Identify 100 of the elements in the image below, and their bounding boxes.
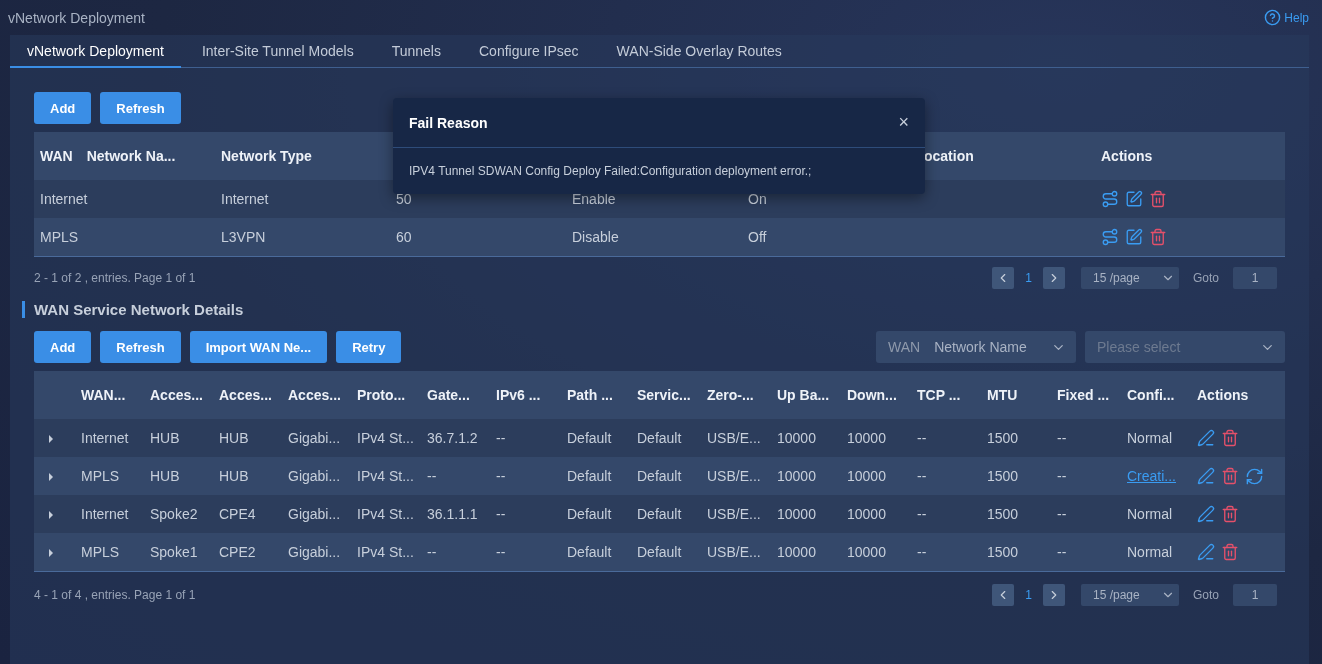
tab[interactable]: WAN-Side Overlay Routes (599, 35, 799, 68)
edit-icon[interactable] (1197, 543, 1215, 561)
tab[interactable]: Inter-Site Tunnel Models (184, 35, 371, 68)
column-header: Acces... (219, 387, 272, 403)
table-cell: -- (496, 468, 506, 484)
delete-icon[interactable] (1221, 543, 1239, 561)
edit-icon[interactable] (1197, 505, 1215, 523)
import-button[interactable]: Import WAN Ne... (189, 331, 328, 363)
table-cell: -- (1057, 506, 1067, 522)
table-cell: Gigabi... (288, 468, 341, 484)
next-page-button[interactable] (1043, 267, 1065, 289)
table-cell: 36.7.1.2 (427, 430, 478, 446)
status-link[interactable]: Creati... (1127, 468, 1176, 484)
table-cell: USB/E... (707, 506, 761, 522)
delete-icon[interactable] (1221, 429, 1239, 447)
table-cell: -- (427, 468, 437, 484)
table-cell: CPE4 (219, 506, 256, 522)
table-cell: -- (496, 430, 506, 446)
column-header: TCP ... (917, 387, 961, 403)
column-header: Acces... (150, 387, 203, 403)
table-cell: USB/E... (707, 544, 761, 560)
close-button[interactable]: × (898, 112, 909, 133)
table-cell: Off (748, 229, 767, 245)
table-cell: Default (637, 468, 682, 484)
expand-icon[interactable] (48, 511, 54, 519)
column-header: IPv6 ... (496, 387, 541, 403)
table-cell: Internet (81, 430, 129, 446)
dialog-title: Fail Reason (409, 114, 488, 131)
goto-field[interactable]: 1 (1233, 584, 1277, 606)
table-cell: USB/E... (707, 468, 761, 484)
tab[interactable]: Configure IPsec (462, 35, 596, 68)
table-cell: USB/E... (707, 430, 761, 446)
column-header: Proto... (357, 387, 406, 403)
table-cell: -- (917, 430, 927, 446)
page-size-select[interactable]: 15 /page (1081, 267, 1179, 289)
edit-icon[interactable] (1197, 429, 1215, 447)
page-size-select[interactable]: 15 /page (1081, 584, 1179, 606)
page-number[interactable]: 1 (1022, 271, 1035, 285)
filter-label: WAN (888, 339, 921, 355)
table-cell: -- (1057, 544, 1067, 560)
expand-icon[interactable] (48, 473, 54, 481)
add-button[interactable]: Add (34, 331, 92, 363)
table-cell: 10000 (847, 506, 886, 522)
tab[interactable]: Tunnels (374, 35, 458, 68)
previous-page-button[interactable] (992, 584, 1015, 606)
table-cell: HUB (150, 468, 180, 484)
edit-icon[interactable] (1197, 467, 1215, 485)
refresh-button[interactable]: Refresh (100, 331, 181, 363)
table-cell: Default (567, 506, 612, 522)
help-link[interactable]: Help (1264, 9, 1309, 26)
table-cell: Enable (572, 191, 616, 207)
column-header: Up Ba... (777, 387, 830, 403)
refresh-icon[interactable] (1245, 466, 1264, 486)
table-cell: Spoke2 (150, 506, 198, 522)
table-cell: IPv4 St... (357, 544, 414, 560)
refresh-button[interactable]: Refresh (100, 92, 181, 124)
table-cell: Disable (572, 229, 619, 245)
column-header: Zero-... (707, 387, 754, 403)
page-number[interactable]: 1 (1022, 588, 1035, 602)
column-header: MTU (987, 387, 1018, 403)
retry-button[interactable]: Retry (336, 331, 402, 363)
dialog-message: IPV4 Tunnel SDWAN Config Deploy Failed:Configuration deployment error.; (408, 163, 813, 180)
route-icon[interactable] (1101, 190, 1119, 208)
column-header: Path ... (567, 387, 613, 403)
next-page-button[interactable] (1043, 584, 1065, 606)
page-size-value: 15 /page (1093, 271, 1140, 285)
table-cell: 36.1.1.1 (427, 506, 478, 522)
column-header: Actions (1197, 387, 1249, 403)
table-cell: -- (917, 506, 927, 522)
column-header: ocation (924, 148, 974, 164)
previous-page-button[interactable] (992, 267, 1015, 289)
delete-icon[interactable] (1221, 467, 1239, 485)
table-cell: HUB (150, 430, 180, 446)
column-header: Confi... (1127, 387, 1175, 403)
add-button[interactable]: Add (34, 92, 92, 124)
expand-icon[interactable] (48, 549, 54, 557)
filter-select[interactable]: WAN Network Name (876, 331, 1076, 363)
entries-summary: 2 - 1 of 2 , entries. Page 1 of 1 (34, 271, 196, 285)
table-cell: -- (427, 544, 437, 560)
delete-icon[interactable] (1149, 190, 1167, 208)
expand-icon[interactable] (48, 435, 54, 443)
table-cell: 10000 (777, 468, 816, 484)
table-cell: On (748, 191, 767, 207)
tab[interactable]: vNetwork Deployment (10, 35, 181, 68)
status-text: Normal (1127, 506, 1173, 522)
table-cell: MPLS (40, 229, 79, 245)
entries-summary: 4 - 1 of 4 , entries. Page 1 of 1 (34, 588, 196, 602)
goto-field[interactable]: 1 (1233, 267, 1277, 289)
delete-icon[interactable] (1221, 505, 1239, 523)
table-cell: 1500 (987, 544, 1019, 560)
goto-label: Goto (1193, 271, 1219, 285)
column-header: Actions (1101, 148, 1153, 164)
edit-icon[interactable] (1125, 228, 1143, 246)
edit-icon[interactable] (1125, 190, 1143, 208)
route-icon[interactable] (1101, 228, 1119, 246)
page-size-value: 15 /page (1093, 588, 1140, 602)
help-icon[interactable] (1264, 9, 1282, 26)
table-cell: 10000 (777, 430, 816, 446)
goto-label: Goto (1193, 588, 1219, 602)
delete-icon[interactable] (1149, 228, 1167, 246)
